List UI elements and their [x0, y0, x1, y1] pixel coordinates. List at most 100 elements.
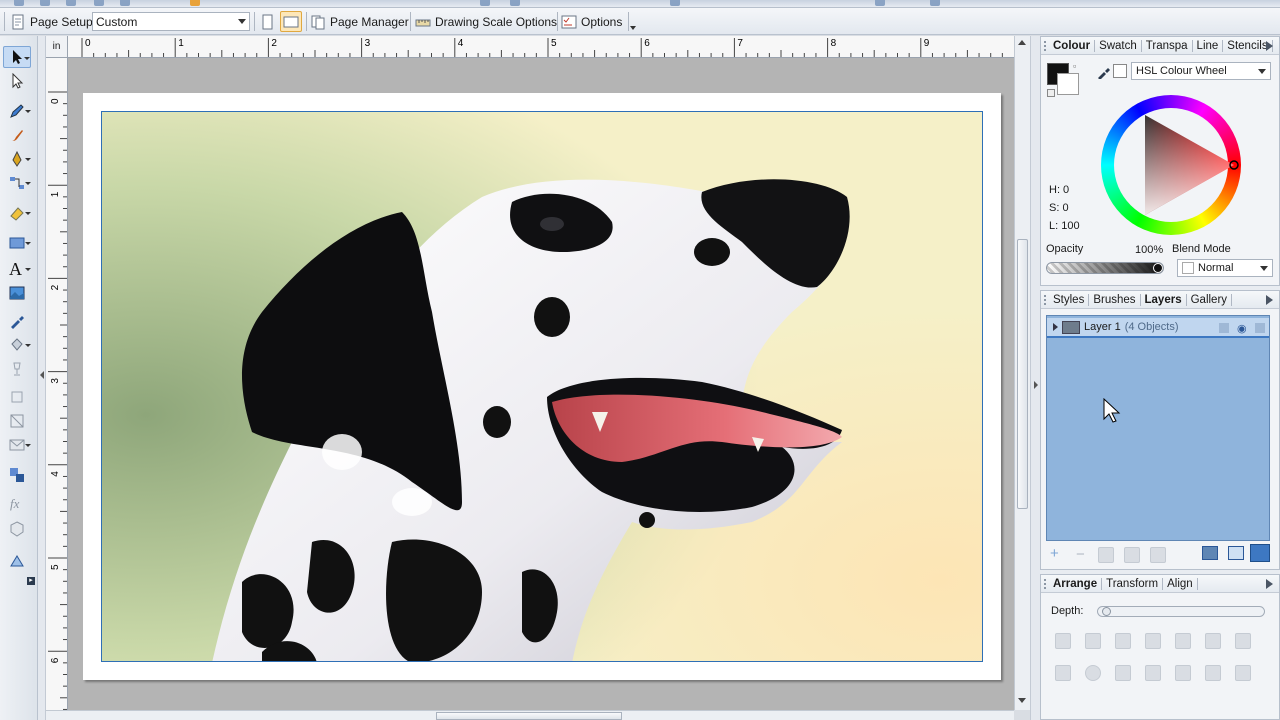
right-splitter[interactable]: [1030, 36, 1040, 720]
vertical-scrollbar[interactable]: [1014, 36, 1030, 710]
move-layer-up-icon[interactable]: [1098, 547, 1114, 563]
tab-brushes[interactable]: Brushes: [1089, 293, 1141, 306]
tab-swatch[interactable]: Swatch: [1095, 39, 1142, 52]
horizontal-ruler[interactable]: 0 1 2 3 4 5 6 7 8 9: [68, 36, 1014, 58]
flip-horizontal-icon[interactable]: [1175, 633, 1191, 649]
options-button[interactable]: Options: [561, 11, 622, 32]
layer-row[interactable]: Layer 1 (4 Objects) ◉: [1047, 318, 1269, 338]
vertical-scroll-thumb[interactable]: [1017, 239, 1028, 509]
crop-tool[interactable]: [3, 386, 31, 408]
scroll-down-icon[interactable]: [1018, 698, 1026, 703]
layer-name[interactable]: Layer 1: [1084, 321, 1121, 333]
left-splitter[interactable]: [38, 36, 46, 720]
vertical-ruler[interactable]: 0 1 2 3 4 5 6: [46, 58, 68, 710]
panel-grip-icon[interactable]: [1044, 295, 1046, 305]
page[interactable]: [83, 93, 1001, 680]
no-colour-swatch[interactable]: [1113, 64, 1127, 78]
page-setup-button[interactable]: Page Setup: [10, 11, 93, 32]
tab-transform[interactable]: Transform: [1102, 577, 1164, 590]
merge-layer-icon[interactable]: [1150, 547, 1166, 563]
split-icon[interactable]: [1235, 665, 1251, 681]
tab-align[interactable]: Align: [1163, 577, 1198, 590]
rotate-icon[interactable]: [1235, 633, 1251, 649]
eyedropper-tool[interactable]: [3, 310, 31, 332]
picker-eyedropper-icon[interactable]: [1097, 65, 1111, 82]
panel-grip-icon[interactable]: [1044, 579, 1046, 589]
edit-layer-icon[interactable]: [1228, 546, 1244, 560]
add-layer-icon[interactable]: +: [1050, 545, 1059, 562]
panel-menu-icon[interactable]: [1266, 295, 1273, 305]
layer-view-icon[interactable]: [1250, 544, 1270, 562]
layer-print-icon[interactable]: [1255, 323, 1265, 333]
dalmatian-artwork[interactable]: [101, 111, 983, 662]
toolbar-overflow-button[interactable]: [630, 17, 636, 38]
panel-menu-icon[interactable]: [1266, 41, 1273, 51]
blend-tool[interactable]: [3, 464, 31, 486]
layer-lock-icon[interactable]: [1219, 323, 1229, 333]
panel-grip-icon[interactable]: [1044, 41, 1046, 51]
blend-mode-select[interactable]: Normal: [1177, 259, 1273, 277]
join-icon[interactable]: [1205, 665, 1221, 681]
eye-icon[interactable]: ◉: [1237, 322, 1247, 335]
3d-tool[interactable]: [3, 518, 31, 540]
fill-swatch[interactable]: [1057, 73, 1079, 95]
panel-menu-icon[interactable]: [1266, 579, 1273, 589]
pen-tool[interactable]: [3, 100, 31, 122]
depth-slider[interactable]: [1097, 606, 1265, 617]
send-to-back-icon[interactable]: [1145, 633, 1161, 649]
horizontal-scrollbar[interactable]: [46, 710, 1014, 720]
combine-icon[interactable]: [1085, 665, 1101, 681]
depth-slider-knob[interactable]: [1102, 607, 1111, 616]
contour-tool[interactable]: [3, 550, 31, 572]
page-size-select[interactable]: Custom: [92, 12, 250, 31]
expand-arrow-icon[interactable]: [1053, 323, 1058, 331]
intersect-icon[interactable]: [1115, 665, 1131, 681]
swap-colours-icon[interactable]: [1047, 89, 1055, 97]
group-icon[interactable]: [1055, 665, 1071, 681]
connector-tool[interactable]: [3, 172, 31, 194]
toolbox-expand-icon[interactable]: ▸: [27, 577, 35, 585]
brush-tool[interactable]: [3, 124, 31, 146]
drawing-scale-button[interactable]: Drawing Scale Options: [415, 11, 557, 32]
lock-icon[interactable]: ▫: [1073, 61, 1076, 71]
send-backward-icon[interactable]: [1115, 633, 1131, 649]
delete-layer-icon[interactable]: −: [1076, 546, 1085, 563]
shape-tool[interactable]: [3, 232, 31, 254]
envelope-tool[interactable]: [3, 434, 31, 456]
tab-transparency[interactable]: Transpa: [1142, 39, 1193, 52]
opacity-slider[interactable]: [1046, 262, 1164, 274]
image-tool[interactable]: [3, 282, 31, 304]
paint-bucket-tool[interactable]: [3, 334, 31, 356]
pointer-tool[interactable]: [3, 46, 31, 68]
landscape-button[interactable]: [280, 11, 302, 32]
tab-styles[interactable]: Styles: [1049, 293, 1090, 306]
subtract-icon[interactable]: [1145, 665, 1161, 681]
exclude-icon[interactable]: [1175, 665, 1191, 681]
horizontal-scroll-thumb[interactable]: [436, 712, 622, 720]
tab-layers[interactable]: Layers: [1141, 293, 1187, 306]
colour-model-select[interactable]: HSL Colour Wheel: [1131, 62, 1271, 80]
portrait-button[interactable]: [259, 11, 275, 32]
opacity-slider-knob[interactable]: [1153, 263, 1163, 273]
flip-vertical-icon[interactable]: [1205, 633, 1221, 649]
tab-gallery[interactable]: Gallery: [1187, 293, 1233, 306]
sl-triangle[interactable]: [1101, 95, 1241, 235]
transparency-tool[interactable]: [3, 358, 31, 380]
canvas-area[interactable]: [68, 58, 1014, 710]
tab-line[interactable]: Line: [1193, 39, 1224, 52]
tab-colour[interactable]: Colour: [1049, 39, 1096, 52]
text-tool[interactable]: A: [3, 258, 31, 280]
bring-to-front-icon[interactable]: [1055, 633, 1071, 649]
tab-arrange[interactable]: Arrange: [1049, 577, 1103, 590]
bring-forward-icon[interactable]: [1085, 633, 1101, 649]
layers-list[interactable]: Layer 1 (4 Objects) ◉: [1046, 315, 1270, 541]
node-tool[interactable]: [3, 70, 31, 92]
page-manager-button[interactable]: Page Manager: [310, 11, 409, 32]
scroll-up-icon[interactable]: [1018, 40, 1026, 45]
move-layer-down-icon[interactable]: [1124, 547, 1140, 563]
fill-tool[interactable]: [3, 148, 31, 170]
layer-properties-icon[interactable]: [1202, 546, 1218, 560]
frame-tool[interactable]: [3, 410, 31, 432]
eraser-tool[interactable]: [3, 202, 31, 224]
effects-tool[interactable]: fx: [3, 492, 31, 514]
